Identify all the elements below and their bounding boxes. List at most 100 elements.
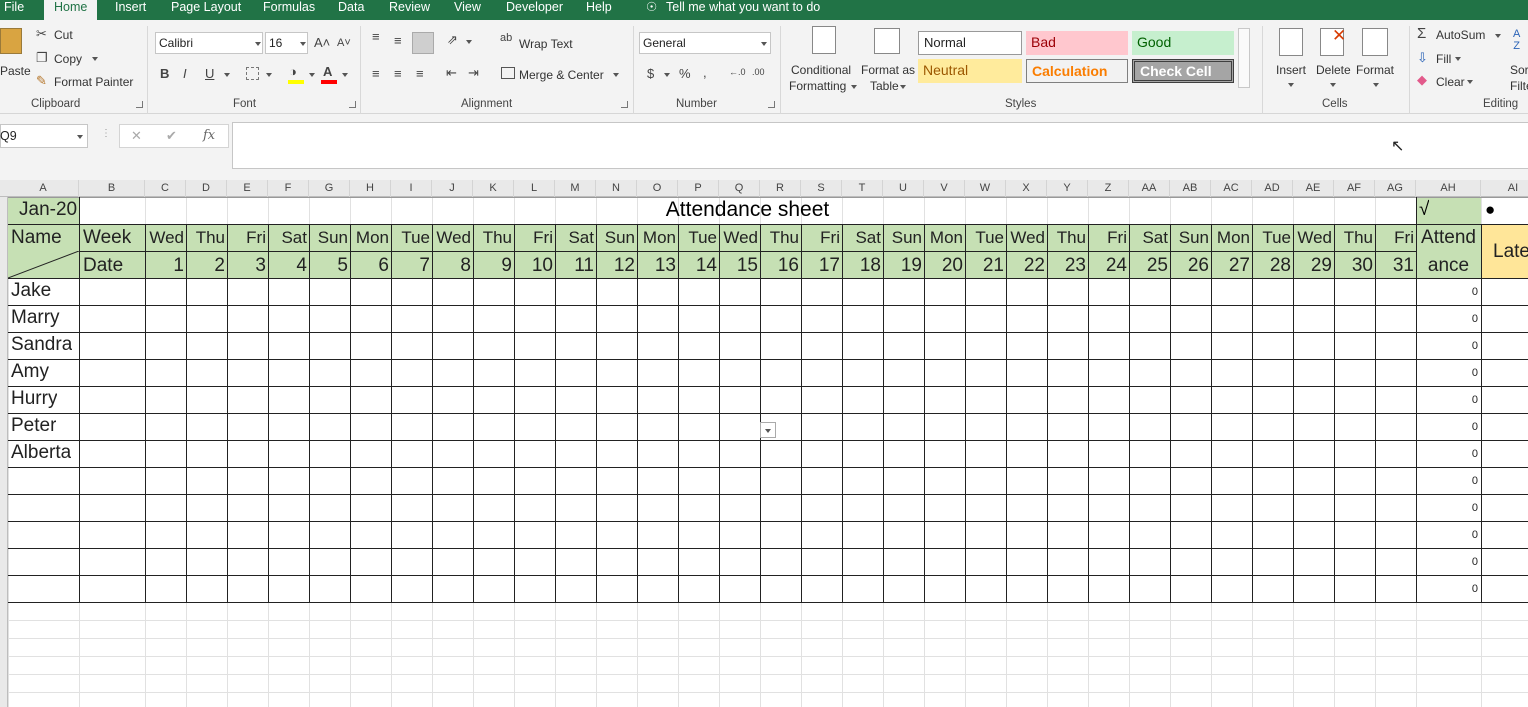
conditional-formatting-button[interactable]: Conditional <box>791 63 851 77</box>
underline-button[interactable]: U <box>205 66 214 81</box>
delete-cells-button[interactable]: Delete <box>1316 63 1351 77</box>
weekday-header[interactable]: Thu <box>1334 228 1373 248</box>
date-number[interactable]: 24 <box>1088 255 1127 277</box>
row-header[interactable] <box>0 197 8 224</box>
wrap-text-button[interactable]: Wrap Text <box>519 37 573 51</box>
attendance-total[interactable]: 0 <box>1416 448 1478 460</box>
attendance-total[interactable]: 0 <box>1416 583 1478 595</box>
attendance-total[interactable]: 0 <box>1416 394 1478 406</box>
chevron-down-icon[interactable] <box>1330 83 1336 87</box>
name-cell[interactable]: Peter <box>11 415 56 437</box>
autosum-button[interactable]: AutoSum <box>1436 28 1485 42</box>
column-header[interactable]: C <box>145 180 186 197</box>
style-normal[interactable]: Normal <box>918 31 1022 55</box>
name-cell[interactable]: Alberta <box>11 442 71 464</box>
column-header[interactable]: U <box>883 180 924 197</box>
weekday-header[interactable]: Sat <box>555 228 594 248</box>
row-header[interactable] <box>0 440 8 467</box>
weekday-header[interactable]: Fri <box>1088 228 1127 248</box>
name-box[interactable]: Q9 <box>0 124 88 148</box>
date-number[interactable]: 20 <box>924 255 963 277</box>
weekday-header[interactable]: Wed <box>1006 228 1045 248</box>
tab-help[interactable]: Help <box>586 0 612 20</box>
column-header[interactable]: G <box>309 180 350 197</box>
enter-icon[interactable]: ✔ <box>166 128 177 144</box>
row-header[interactable] <box>0 620 8 638</box>
column-header[interactable]: X <box>1006 180 1047 197</box>
weekday-header[interactable]: Sat <box>268 228 307 248</box>
chevron-down-icon[interactable] <box>309 73 315 77</box>
fill-color-icon[interactable]: ◑ <box>289 64 297 79</box>
column-header[interactable]: AC <box>1211 180 1252 197</box>
shrink-font-icon[interactable]: A˅ <box>337 37 351 49</box>
column-header[interactable]: Z <box>1088 180 1129 197</box>
column-header[interactable]: F <box>268 180 309 197</box>
tab-insert[interactable]: Insert <box>115 0 146 20</box>
weekday-header[interactable]: Mon <box>637 228 676 248</box>
chevron-down-icon[interactable] <box>613 73 619 77</box>
tab-file[interactable]: File <box>4 0 24 20</box>
date-number[interactable]: 8 <box>432 255 471 277</box>
chevron-down-icon[interactable] <box>1288 83 1294 87</box>
chevron-down-icon[interactable] <box>900 85 906 89</box>
weekday-header[interactable]: Fri <box>227 228 266 248</box>
weekday-header[interactable]: Tue <box>1252 228 1291 248</box>
tab-developer[interactable]: Developer <box>506 0 563 20</box>
style-neutral[interactable]: Neutral <box>918 59 1022 83</box>
date-number[interactable]: 14 <box>678 255 717 277</box>
tab-review[interactable]: Review <box>389 0 430 20</box>
name-cell[interactable]: Hurry <box>11 388 57 410</box>
merge-center-button[interactable]: Merge & Center <box>519 68 604 82</box>
styles-scroll[interactable] <box>1238 28 1250 88</box>
attendance-header-line2[interactable]: ance <box>1416 255 1481 277</box>
weekday-header[interactable]: Thu <box>1047 228 1086 248</box>
cut-button[interactable]: Cut <box>54 28 73 42</box>
chevron-down-icon[interactable] <box>466 40 472 44</box>
name-cell[interactable]: Jake <box>11 280 51 302</box>
column-header[interactable]: L <box>514 180 555 197</box>
date-number[interactable]: 1 <box>145 255 184 277</box>
date-header[interactable]: Date <box>83 255 123 277</box>
weekday-header[interactable]: Fri <box>1375 228 1414 248</box>
number-launcher[interactable] <box>768 101 775 108</box>
formula-input[interactable] <box>232 122 1528 169</box>
sort-filter-button-line2[interactable]: Filte <box>1510 79 1528 93</box>
percent-icon[interactable]: % <box>679 66 691 81</box>
orientation-icon[interactable]: ⇗ <box>447 32 458 48</box>
decrease-decimal-icon[interactable]: .00 <box>752 67 765 77</box>
weekday-header[interactable]: Fri <box>514 228 553 248</box>
tell-me-search[interactable]: Tell me what you want to do <box>666 0 820 20</box>
increase-decimal-icon[interactable]: ←.0 <box>729 67 746 77</box>
clipboard-launcher[interactable] <box>136 101 143 108</box>
column-header[interactable]: Q <box>719 180 760 197</box>
column-header[interactable]: E <box>227 180 268 197</box>
date-number[interactable]: 10 <box>514 255 553 277</box>
attendance-header-line1[interactable]: Attend <box>1416 227 1481 249</box>
format-as-table-button-line2[interactable]: Table <box>870 79 899 93</box>
weekday-header[interactable]: Sun <box>1170 228 1209 248</box>
weekday-header[interactable]: Sat <box>1129 228 1168 248</box>
date-number[interactable]: 25 <box>1129 255 1168 277</box>
date-number[interactable]: 18 <box>842 255 881 277</box>
increase-indent-icon[interactable]: ⇥ <box>468 65 479 81</box>
column-header[interactable]: B <box>79 180 145 197</box>
tab-formulas[interactable]: Formulas <box>263 0 315 20</box>
row-header[interactable] <box>0 332 8 359</box>
currency-icon[interactable]: $ <box>647 66 654 81</box>
weekday-header[interactable]: Mon <box>924 228 963 248</box>
name-cell[interactable]: Sandra <box>11 334 72 356</box>
chevron-down-icon[interactable] <box>342 73 348 77</box>
sort-filter-button[interactable]: Sor <box>1510 63 1528 77</box>
copy-button[interactable]: Copy <box>54 52 82 66</box>
date-number[interactable]: 16 <box>760 255 799 277</box>
row-header[interactable] <box>0 413 8 440</box>
row-header[interactable] <box>0 575 8 602</box>
attendance-total[interactable]: 0 <box>1416 556 1478 568</box>
font-launcher[interactable] <box>349 101 356 108</box>
dropdown-button[interactable] <box>760 422 776 438</box>
column-header[interactable]: M <box>555 180 596 197</box>
date-number[interactable]: 9 <box>473 255 512 277</box>
column-header[interactable]: AI <box>1481 180 1528 197</box>
clear-button[interactable]: Clear <box>1436 75 1465 89</box>
column-header[interactable]: W <box>965 180 1006 197</box>
